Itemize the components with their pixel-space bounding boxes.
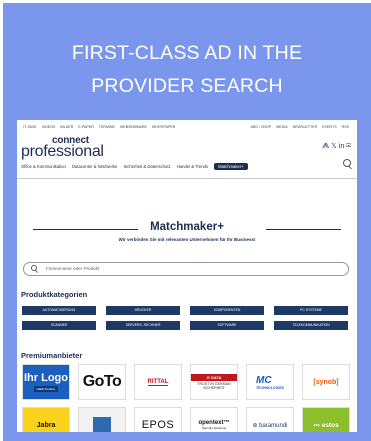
search-icon[interactable] (343, 159, 351, 167)
top-link[interactable]: TERMINE (99, 125, 115, 129)
logo-tile-baramundi[interactable]: ⊛ baramundi (246, 407, 294, 432)
matchmaker-subtitle: Wir verbinden Sie mit relevanten Unterne… (118, 237, 256, 242)
nav-item[interactable]: Datacenter & Netzwerke (72, 164, 117, 169)
categories-heading: Produktkategorien (21, 290, 88, 299)
ihr-logo-text: Ihr Logo (24, 372, 68, 384)
logo-tile-blue[interactable] (78, 407, 126, 432)
premium-heading: Premiumanbieter (21, 351, 83, 360)
premium-logo-grid: Ihr Logo HIER Position GoTo RITTAL G DAT… (22, 364, 352, 432)
provider-search-input[interactable]: Firmenname oder Produkt (23, 262, 349, 276)
social-icons[interactable]: ⨇ 𝕏 in ✉ (322, 142, 351, 151)
mc-logo: MC (255, 374, 272, 386)
logo-tile-epos[interactable]: EPOS (134, 407, 182, 432)
top-link[interactable]: RSS (342, 125, 349, 129)
top-link[interactable]: E-PAPER (78, 125, 94, 129)
logo-professional: professional (21, 143, 104, 160)
search-placeholder: Firmenname oder Produkt (46, 266, 100, 271)
top-link[interactable]: MEDIA (276, 125, 287, 129)
top-link[interactable]: BILDER (60, 125, 73, 129)
top-link[interactable]: NEWSLETTER (293, 125, 318, 129)
headline-line-2: PROVIDER SEARCH (91, 75, 283, 97)
gdata-logo: G DATA (191, 374, 237, 381)
logo-tile-rittal[interactable]: RITTAL (134, 364, 182, 400)
top-link[interactable]: WEBSEMINARE (120, 125, 147, 129)
logo-tile-ihr-logo[interactable]: Ihr Logo HIER Position (22, 364, 70, 400)
headline-line-1: FIRST-CLASS AD IN THE (71, 42, 303, 64)
category-button[interactable]: SOFTWARE (190, 321, 264, 330)
top-link[interactable]: VIDEOS (42, 125, 56, 129)
nav-item[interactable]: Office & Kommunikation (21, 164, 66, 169)
mc-sub: TECHNOLOGIES (255, 385, 284, 390)
title-rule-right (266, 229, 341, 230)
opentext-sub: Security Solutions (201, 426, 226, 430)
magnifier-icon (31, 265, 37, 271)
logo-tile-goto[interactable]: GoTo (78, 364, 126, 400)
category-button[interactable]: TELEKOMMUNIKATION (274, 321, 348, 330)
category-grid: AUTOMATISIERUNG DRUCKER KOMPONENTEN PC S… (22, 306, 348, 330)
logo-tile-estos[interactable]: ‹•› estos (302, 407, 350, 432)
category-button[interactable]: PC SYSTEME (274, 306, 348, 315)
page: FIRST-CLASS AD IN THE PROVIDER SEARCH IT… (0, 0, 371, 441)
top-link[interactable]: IT-TAGE (23, 125, 37, 129)
top-right-links: ABO / SHOP MEDIA NEWSLETTER EVENTS RSS (250, 125, 353, 129)
banner-headline: FIRST-CLASS AD IN THE PROVIDER SEARCH (3, 37, 371, 103)
rittal-logo: RITTAL (147, 378, 169, 386)
gdata-text: TRUST IN GERMAN SICHERHEIT (197, 382, 231, 390)
category-button[interactable]: KOMPONENTEN (190, 306, 264, 315)
category-button[interactable]: AUTOMATISIERUNG (22, 306, 96, 315)
logo-tile-synology[interactable]: [synob] (302, 364, 350, 400)
logo-tile-jabra[interactable]: Jabra (22, 407, 70, 432)
nav-item[interactable]: Sicherheit & Datenschutz (124, 164, 171, 169)
ihr-logo-sub: HIER Position (33, 386, 59, 392)
main-nav: Office & Kommunikation Datacenter & Netz… (21, 163, 253, 170)
top-left-links: IT-TAGE VIDEOS BILDER E-PAPER TERMINE WE… (23, 125, 179, 129)
logo-tile-gdata[interactable]: G DATA TRUST IN GERMAN SICHERHEIT (190, 364, 238, 400)
matchmaker-title: Matchmaker+ (150, 221, 224, 233)
promo-banner: FIRST-CLASS AD IN THE PROVIDER SEARCH IT… (3, 3, 371, 441)
nav-item-matchmaker[interactable]: Matchmaker+ (214, 163, 248, 170)
category-button[interactable]: SERVERS, RECHNER (106, 321, 180, 330)
website-screenshot: IT-TAGE VIDEOS BILDER E-PAPER TERMINE WE… (17, 120, 357, 432)
blue-logo-icon (93, 417, 111, 432)
top-utility-bar: IT-TAGE VIDEOS BILDER E-PAPER TERMINE WE… (17, 124, 357, 132)
logo-tile-opentext[interactable]: opentext™ Security Solutions (190, 407, 238, 432)
top-link[interactable]: WHITEPAPER (152, 125, 176, 129)
logo-tile-mc[interactable]: MC TECHNOLOGIES (246, 364, 294, 400)
category-button[interactable]: DRUCKER (106, 306, 180, 315)
divider (17, 178, 357, 179)
category-button[interactable]: SCANNER (22, 321, 96, 330)
nav-item[interactable]: Handel & Trends (177, 164, 208, 169)
top-link[interactable]: EVENTS (322, 125, 336, 129)
top-link[interactable]: ABO / SHOP (250, 125, 271, 129)
